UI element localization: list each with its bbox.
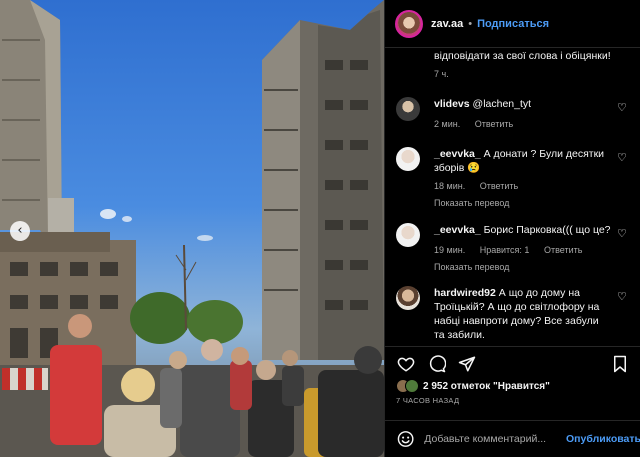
avatar xyxy=(405,379,419,393)
author-username[interactable]: zav.aa xyxy=(431,18,463,30)
comment-username[interactable]: _eevvka_ xyxy=(434,224,481,236)
comment-meta: 18 мин. Ответить xyxy=(434,179,614,193)
add-comment-bar: Опубликовать xyxy=(385,420,640,457)
avatar[interactable] xyxy=(396,147,420,171)
comment-likes[interactable]: Нравится: 1 xyxy=(480,245,530,255)
emoji-icon[interactable] xyxy=(397,430,414,448)
photo-scene xyxy=(0,0,384,457)
likes-count[interactable]: 2 952 отметок "Нравится" xyxy=(423,381,550,392)
comment-body: hardwired92 А що до дому на Троїцькій? А… xyxy=(434,286,612,342)
comment-meta: 19 мин. Нравится: 1 Ответить xyxy=(434,243,614,257)
comment-body: _eevvka_ А донати ? Були десятки зборів … xyxy=(434,147,614,210)
comment-meta: 2 мин. Ответить xyxy=(434,117,614,131)
translate-link[interactable]: Показать перевод xyxy=(434,196,614,210)
comment-username[interactable]: _eevvka_ xyxy=(434,148,481,160)
comments-list[interactable]: відповідати за свої слова і обіцянки! 7 … xyxy=(385,48,640,346)
heart-icon[interactable]: ♡ xyxy=(617,290,627,303)
post-header: zav.aa • Подписаться xyxy=(385,0,640,48)
publish-button[interactable]: Опубликовать xyxy=(566,433,640,445)
bookmark-icon[interactable] xyxy=(611,355,629,373)
caption-time: 7 ч. xyxy=(434,69,449,79)
comment-item: hardwired92 А що до дому на Троїцькій? А… xyxy=(396,286,636,346)
heart-icon[interactable]: ♡ xyxy=(617,151,627,164)
comment-time: 19 мин. xyxy=(434,245,466,255)
heart-icon[interactable]: ♡ xyxy=(617,227,627,240)
comment-item: vlidevs @lachen_tyt 2 мин. Ответить ♡ xyxy=(396,97,636,137)
caption-meta: 7 ч. xyxy=(434,69,461,79)
post-sidebar: zav.aa • Подписаться відповідати за свої… xyxy=(384,0,640,457)
share-icon[interactable] xyxy=(458,355,476,373)
comment-time: 18 мин. xyxy=(434,181,466,191)
follow-button[interactable]: Подписаться xyxy=(477,18,549,30)
chevron-left-icon[interactable]: ‹ xyxy=(10,221,30,241)
separator-dot: • xyxy=(468,17,473,30)
reply-button[interactable]: Ответить xyxy=(475,119,513,129)
comment-input[interactable] xyxy=(424,433,569,445)
comment-item: _eevvka_ А донати ? Були десятки зборів … xyxy=(396,147,636,210)
avatar[interactable] xyxy=(396,286,420,310)
likes-row: 2 952 отметок "Нравится" xyxy=(396,378,550,394)
heart-icon[interactable] xyxy=(397,355,415,373)
comment-username[interactable]: vlidevs xyxy=(434,98,470,110)
avatar[interactable] xyxy=(396,97,420,121)
comment-text: Борис Парковка((( що це? xyxy=(483,224,611,236)
comment-username[interactable]: hardwired92 xyxy=(434,287,496,299)
post-photo: ‹ xyxy=(0,0,384,457)
comment-body: _eevvka_ Борис Парковка((( що це? 19 мин… xyxy=(434,223,614,274)
reply-button[interactable]: Ответить xyxy=(480,181,518,191)
comment-text: @lachen_tyt xyxy=(472,98,532,110)
post-time: 7 ЧАСОВ НАЗАД xyxy=(396,396,460,405)
caption-text: відповідати за свої слова і обіцянки! xyxy=(434,50,611,62)
avatar[interactable] xyxy=(395,9,423,38)
comment-icon[interactable] xyxy=(428,355,446,373)
comment-time: 2 мин. xyxy=(434,119,461,129)
translate-link[interactable]: Показать перевод xyxy=(434,260,614,274)
reply-button[interactable]: Ответить xyxy=(544,245,582,255)
heart-icon[interactable]: ♡ xyxy=(617,101,627,114)
avatar[interactable] xyxy=(396,223,420,247)
comment-item: _eevvka_ Борис Парковка((( що це? 19 мин… xyxy=(396,223,636,275)
comment-body: vlidevs @lachen_tyt 2 мин. Ответить xyxy=(434,97,614,131)
